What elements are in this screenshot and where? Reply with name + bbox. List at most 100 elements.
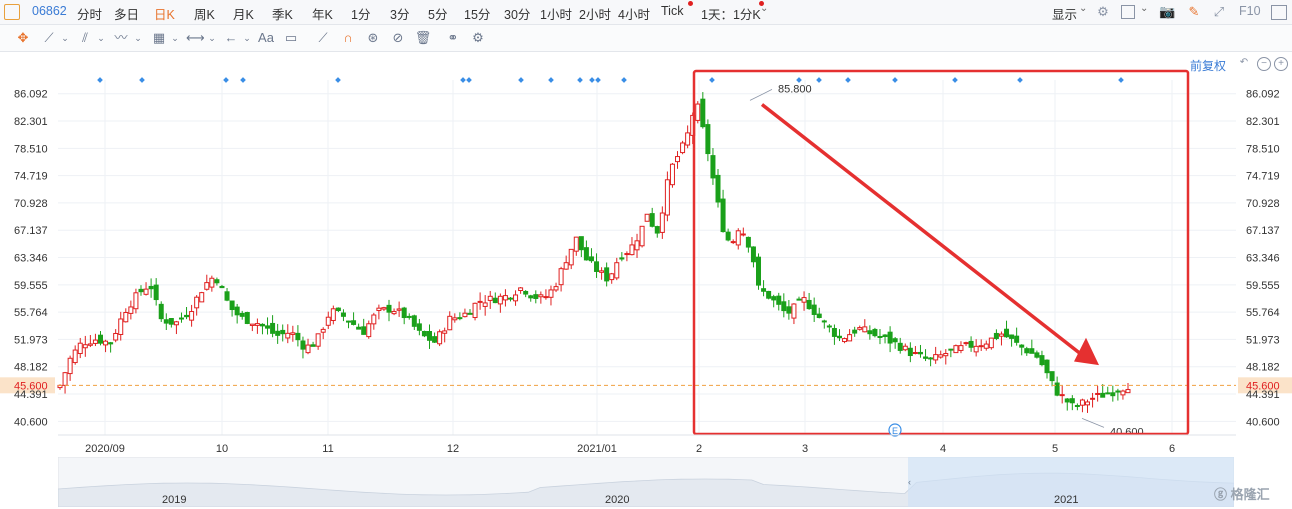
candle-body	[614, 262, 620, 279]
note-tool-icon[interactable]: ▭	[282, 30, 300, 46]
y-tick-right: 40.600	[1246, 416, 1280, 428]
range-tool-chevron-icon[interactable]: ⌄	[203, 30, 221, 46]
ruler-tool-icon[interactable]: ⟋	[314, 30, 332, 46]
line-tool-chevron-icon[interactable]: ⌄	[56, 30, 74, 46]
candle-body	[482, 302, 488, 307]
event-marker-icon	[548, 77, 554, 83]
wave-tool-icon[interactable]: 〰	[112, 30, 130, 46]
period-3min[interactable]: 3分	[390, 4, 409, 23]
candle-body	[148, 285, 154, 290]
period-1min[interactable]: 1分	[351, 4, 370, 23]
lock-drawing-icon[interactable]: ⊛	[364, 30, 382, 46]
layout-box-icon[interactable]	[1121, 5, 1135, 19]
candle-body	[538, 294, 544, 298]
candle-body	[993, 332, 999, 339]
stock-code-icon	[4, 4, 20, 20]
candle-body	[153, 284, 159, 301]
magnet-icon[interactable]: ∩	[339, 30, 357, 46]
candle-body	[928, 357, 934, 360]
candlestick-chart[interactable]: 45.600 45.60085.80040.600E 86.092 86.09282…	[0, 52, 1292, 457]
candle-body	[351, 320, 357, 325]
period-multiday[interactable]: 多日	[114, 4, 139, 23]
candle-body	[300, 340, 306, 350]
period-4hour[interactable]: 4小时	[618, 4, 650, 23]
hide-drawing-icon[interactable]: ⊘	[389, 30, 407, 46]
y-tick-right: 44.391	[1246, 389, 1280, 401]
candle-body	[725, 231, 731, 241]
stock-code[interactable]: 06862	[32, 4, 67, 18]
candle-body	[685, 132, 691, 146]
y-tick-right: 86.092	[1246, 89, 1280, 101]
candle-body	[629, 244, 635, 256]
x-tick-label: 6	[1169, 443, 1175, 455]
f10-link[interactable]: F10	[1239, 4, 1261, 18]
candle-body	[168, 318, 174, 325]
candle-body	[310, 344, 316, 347]
range-tool-icon[interactable]: ⟷	[186, 30, 205, 46]
period-30min[interactable]: 30分	[504, 4, 530, 23]
drawing-settings-icon[interactable]: ⚙	[469, 30, 487, 46]
candle-body	[533, 294, 539, 299]
y-tick-left: 51.973	[14, 334, 48, 346]
event-marker-icon	[97, 77, 103, 83]
candle-body	[1110, 392, 1116, 397]
period-15min[interactable]: 15分	[464, 4, 490, 23]
candle-body	[680, 142, 686, 154]
candle-body	[953, 345, 959, 354]
x-tick-label: 4	[940, 443, 946, 455]
range-navigator[interactable]: ‹ 2019 2020 2021	[58, 457, 1234, 507]
candle-body	[553, 286, 559, 291]
candle-body	[933, 354, 939, 361]
candle-body	[477, 300, 483, 303]
candle-body	[108, 342, 114, 345]
crosshair-icon[interactable]: ✥	[14, 30, 32, 46]
period-weekly[interactable]: 周K	[194, 4, 215, 23]
candle-body	[462, 312, 468, 318]
period-yearly[interactable]: 年K	[312, 4, 333, 23]
candle-body	[619, 257, 625, 260]
candle-body	[305, 344, 311, 354]
trash-icon[interactable]: 🗑	[414, 30, 432, 46]
candle-body	[791, 303, 797, 319]
candle-body	[67, 357, 73, 375]
candle-body	[675, 156, 681, 163]
period-daily[interactable]: 日K	[154, 4, 175, 23]
period-quarterly[interactable]: 季K	[272, 4, 293, 23]
arrow-tool-chevron-icon[interactable]: ⌄	[238, 30, 256, 46]
period-tick[interactable]: Tick	[661, 4, 683, 18]
event-marker-icon	[796, 77, 802, 83]
y-tick-right: 55.764	[1246, 307, 1280, 319]
camera-icon[interactable]: 📷	[1159, 5, 1175, 19]
settings-gear-icon[interactable]: ⚙	[1095, 5, 1111, 19]
display-dropdown[interactable]: 显示	[1052, 4, 1077, 23]
fullscreen-icon[interactable]: ⤢	[1211, 5, 1227, 19]
period-5min[interactable]: 5分	[428, 4, 447, 23]
period-custom[interactable]: 1天：1分K	[701, 4, 761, 23]
period-2hour[interactable]: 2小时	[579, 4, 611, 23]
watermark-logo: ⓖ 格隆汇	[1214, 487, 1270, 502]
y-tick-left: 63.346	[14, 253, 48, 265]
text-tool-icon[interactable]: Aa	[257, 30, 275, 46]
period-1hour[interactable]: 1小时	[540, 4, 572, 23]
compare-icon[interactable]: ⚭	[444, 30, 462, 46]
candle-body	[249, 323, 255, 326]
candle-body	[1059, 394, 1065, 397]
fib-tool-chevron-icon[interactable]: ⌄	[166, 30, 184, 46]
event-marker-icon	[845, 77, 851, 83]
layout-chevron-icon[interactable]: ⌄	[1140, 3, 1148, 14]
period-intraday[interactable]: 分时	[77, 4, 102, 23]
candle-body	[750, 246, 756, 263]
panel-toggle-icon[interactable]	[1271, 5, 1287, 20]
display-chevron-icon[interactable]: ⌄	[1079, 3, 1087, 14]
candle-body	[761, 288, 767, 292]
candle-body	[366, 323, 372, 338]
candle-body	[133, 292, 139, 310]
period-monthly[interactable]: 月K	[233, 4, 254, 23]
candle-body	[857, 327, 863, 330]
wave-tool-chevron-icon[interactable]: ⌄	[129, 30, 147, 46]
pencil-icon[interactable]: ✎	[1186, 5, 1202, 19]
candle-body	[998, 333, 1004, 337]
candle-body	[826, 325, 832, 328]
channel-tool-chevron-icon[interactable]: ⌄	[92, 30, 110, 46]
candle-body	[1029, 348, 1035, 354]
